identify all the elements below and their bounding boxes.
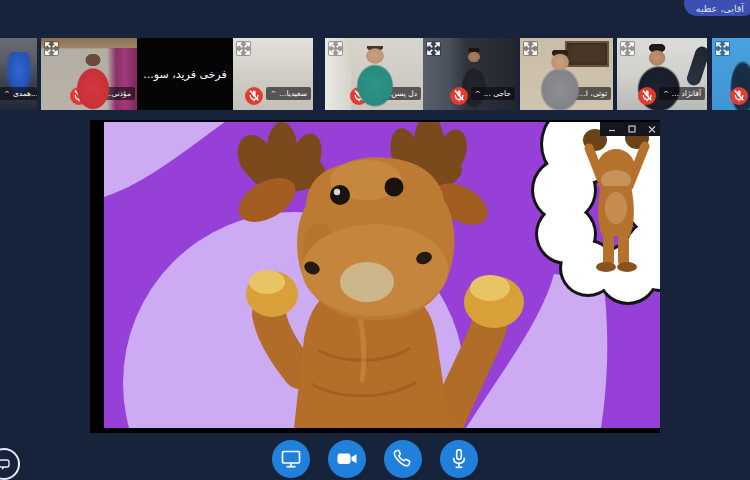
participant-name: مؤذنی...^ — [91, 87, 135, 100]
call-controls — [0, 440, 750, 478]
notification-toast[interactable]: آقایی، عطیه — [684, 0, 750, 16]
mic-muted-icon — [70, 87, 88, 105]
participant-label-row: ^همدی... — [0, 87, 37, 100]
participant-label-row — [712, 87, 748, 100]
window-controls — [600, 122, 660, 136]
mic-muted-icon — [545, 87, 563, 105]
participant-tile[interactable]: ^همدی... — [0, 38, 37, 110]
mic-muted-badge — [245, 87, 263, 105]
mic-muted-icon — [638, 87, 656, 105]
mic-muted-badge — [638, 87, 656, 105]
call-window: آقایی، عطیه ^همدی... مؤذنی...^فرخی فرید، … — [0, 0, 750, 480]
caret-icon: ^ — [663, 90, 669, 98]
caret-icon: ^ — [375, 90, 381, 98]
participant-name: سعیدیا...^ — [266, 87, 311, 100]
expand-icon — [523, 41, 538, 56]
participant-tile[interactable]: آقانژاد ...^ — [617, 38, 707, 110]
participant-tile[interactable]: حاجی ...^ — [423, 38, 517, 110]
mic-muted-icon — [350, 87, 368, 105]
participant-tile[interactable]: فرخی فرید، سو... — [137, 38, 233, 110]
mic-muted-badge — [545, 87, 563, 105]
participant-tile[interactable]: سعیدیا...^ — [233, 38, 313, 110]
expand-button[interactable] — [236, 41, 251, 56]
participants-filmstrip: ^همدی... مؤذنی...^فرخی فرید، سو... سعیدیا.… — [0, 38, 750, 110]
expand-icon — [236, 41, 251, 56]
end-call-button[interactable] — [384, 440, 422, 478]
expand-button[interactable] — [620, 41, 635, 56]
expand-icon — [426, 41, 441, 56]
caret-icon: ^ — [475, 90, 481, 98]
caret-icon: ^ — [570, 90, 576, 98]
expand-button[interactable] — [523, 41, 538, 56]
participant-name: فرخی فرید، سو... — [137, 38, 233, 110]
camera-button[interactable] — [328, 440, 366, 478]
participant-tile[interactable]: توتی، ا...^ — [520, 38, 613, 110]
mic-muted-icon — [245, 87, 263, 105]
mic-muted-icon — [730, 87, 748, 105]
toast-text: آقایی، عطیه — [696, 3, 744, 14]
microphone-button[interactable] — [440, 440, 478, 478]
screen-share-button[interactable] — [272, 440, 310, 478]
main-video[interactable] — [90, 120, 660, 433]
participant-name: حاجی ...^ — [471, 87, 515, 100]
participant-name: آقانژاد ...^ — [659, 87, 705, 100]
mic-muted-badge — [730, 87, 748, 105]
participant-label-row: حاجی ...^ — [423, 87, 515, 100]
expand-icon — [715, 41, 730, 56]
mic-muted-badge — [450, 87, 468, 105]
mic-muted-badge — [70, 87, 88, 105]
participant-tile[interactable]: دل پسن...^ — [325, 38, 423, 110]
expand-button[interactable] — [715, 41, 730, 56]
mic-muted-icon — [450, 87, 468, 105]
shared-screen-video — [104, 122, 660, 428]
participant-name: دل پسن...^ — [371, 87, 421, 100]
participant-label-row: توتی، ا...^ — [520, 87, 611, 100]
chat-icon — [0, 457, 11, 471]
expand-icon — [620, 41, 635, 56]
expand-icon — [328, 41, 343, 56]
participant-label-row: مؤذنی...^ — [41, 87, 135, 100]
expand-button[interactable] — [328, 41, 343, 56]
caret-icon: ^ — [4, 90, 10, 98]
expand-button[interactable] — [44, 41, 59, 56]
caret-icon: ^ — [95, 90, 101, 98]
participant-label-row: دل پسن...^ — [325, 87, 421, 100]
expand-icon — [44, 41, 59, 56]
participant-name: توتی، ا...^ — [566, 87, 611, 100]
expand-button[interactable] — [426, 41, 441, 56]
mic-muted-badge — [350, 87, 368, 105]
participant-name: ^همدی... — [0, 87, 37, 100]
participant-tile[interactable] — [712, 38, 750, 110]
caret-icon: ^ — [270, 90, 276, 98]
participant-label-row: سعیدیا...^ — [233, 87, 311, 100]
participant-label-row: آقانژاد ...^ — [617, 87, 705, 100]
participant-tile[interactable]: مؤذنی...^ — [41, 38, 137, 110]
